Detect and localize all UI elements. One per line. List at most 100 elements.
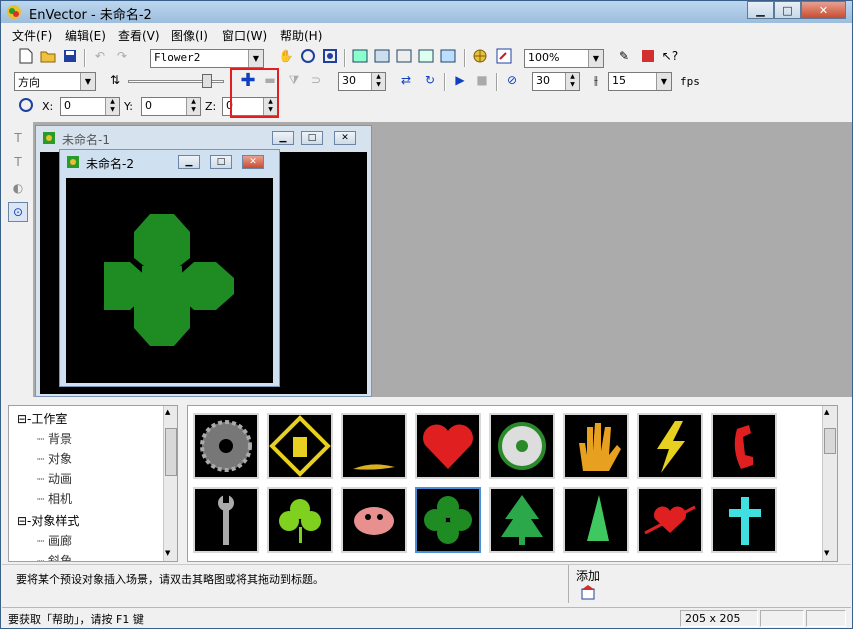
tree-node-bevel[interactable]: ┈ 斜角 [37,552,72,561]
export-icon[interactable] [638,46,658,66]
thumb-tree[interactable] [489,487,555,553]
maximize-button[interactable]: □ [210,155,232,169]
thumb-wrench[interactable] [193,487,259,553]
menu-edit[interactable]: 编辑(E) [65,27,106,44]
document-window-2[interactable]: 未命名-2 ▁ □ ✕ [59,149,280,387]
speed-slider[interactable] [128,74,224,88]
direction-combo[interactable]: 方向 ▼ [14,72,96,91]
thumb-heart-arrow[interactable] [637,487,703,553]
tree-node-object-style[interactable]: ⊟-对象样式 [17,512,79,529]
minimize-button[interactable]: ▁ [178,155,200,169]
save-icon[interactable] [60,46,80,66]
canvas-2[interactable] [66,178,273,383]
open-folder-icon[interactable] [38,46,58,66]
stop-icon[interactable]: ■ [472,70,492,90]
y-input[interactable]: 0 ▲ ▼ [141,97,201,116]
render-icon[interactable]: ✎ [614,46,634,66]
thumb-heart[interactable] [415,413,481,479]
no-loop-icon[interactable]: ⊘ [502,70,522,90]
loop-back-icon[interactable]: ⊃ [306,70,326,90]
select-tool-icon[interactable]: ⊙ [8,202,28,222]
thumb-phone[interactable] [711,413,777,479]
layout-2-icon[interactable] [372,46,392,66]
fps-combo[interactable]: 15 ▼ [608,72,672,91]
properties-icon[interactable] [494,46,514,66]
thumb-clover-selected[interactable] [415,487,481,553]
spin-arrows-icon[interactable]: ▲ ▼ [371,73,385,90]
context-help-icon[interactable]: ↖? [660,46,680,66]
minimize-button[interactable]: ▁ [272,131,294,145]
redo-icon[interactable]: ↷ [112,46,132,66]
layout-5-icon[interactable] [438,46,458,66]
menu-image[interactable]: 图像(I) [171,27,208,44]
thumb-cross[interactable] [711,487,777,553]
scroll-down-icon[interactable]: ▼ [165,549,170,557]
gallery-scrollbar[interactable]: ▲ ▼ [822,406,837,561]
thumb-sign[interactable] [267,413,333,479]
clover-shape[interactable] [66,178,273,383]
frames-input[interactable]: 30 ▲ ▼ [532,72,580,91]
spin-arrows-icon[interactable]: ▲ ▼ [186,98,200,115]
thumb-crab[interactable] [341,487,407,553]
x-input[interactable]: 0 ▲ ▼ [60,97,120,116]
maximize-button[interactable]: □ [774,1,801,19]
spin-arrows-icon[interactable]: ▲ ▼ [565,73,579,90]
close-button[interactable]: ✕ [334,131,356,145]
scroll-thumb[interactable] [165,428,177,476]
text-tool-icon[interactable]: T [8,128,28,148]
angle-input[interactable]: 30 ▲ ▼ [338,72,386,91]
thumb-film-reel[interactable] [489,413,555,479]
title-bar[interactable]: EnVector - 未命名-2 ▁ □ ✕ [1,1,852,23]
maximize-button[interactable]: □ [301,131,323,145]
layout-1-icon[interactable] [350,46,370,66]
thumb-clover[interactable] [267,487,333,553]
close-button[interactable]: ✕ [242,155,264,169]
scroll-thumb[interactable] [824,428,836,454]
swap-direction-icon[interactable]: ⇅ [105,70,125,90]
play-icon[interactable]: ▶ [450,70,470,90]
scroll-up-icon[interactable]: ▲ [165,408,170,416]
text-frame-icon[interactable]: T [8,152,28,172]
tween-icon[interactable]: ⧩ [284,70,304,90]
object-combo[interactable]: Flower2 ▼ [150,49,264,68]
menu-help[interactable]: 帮助(H) [280,27,322,44]
rotate-tool-icon[interactable] [298,46,318,66]
shape-tool-icon[interactable]: ◐ [8,178,28,198]
globe-icon[interactable] [470,46,490,66]
scroll-up-icon[interactable]: ▲ [824,408,829,416]
undo-icon[interactable]: ↶ [90,46,110,66]
menu-window[interactable]: 窗口(W) [222,27,267,44]
tree-node-studio[interactable]: ⊟-工作室 [17,410,67,427]
tree-node-animation[interactable]: ┈ 动画 [37,470,72,487]
hand-tool-icon[interactable]: ✋ [276,46,296,66]
layout-4-icon[interactable] [416,46,436,66]
spin-arrows-icon[interactable]: ▲ ▼ [105,98,119,115]
tree-node-camera[interactable]: ┈ 相机 [37,490,72,507]
slider-thumb[interactable] [202,74,212,88]
fit-view-icon[interactable] [320,46,340,66]
tree-scrollbar[interactable]: ▲ ▼ [163,406,177,561]
minimize-button[interactable]: ▁ [747,1,774,19]
tree-node-background[interactable]: ┈ 背景 [37,430,72,447]
chevron-down-icon[interactable]: ▼ [588,50,603,67]
thumb-gear[interactable] [193,413,259,479]
menu-view[interactable]: 查看(V) [118,27,160,44]
add-to-scene-icon[interactable] [578,582,598,602]
refresh-icon[interactable]: ↻ [420,70,440,90]
zoom-combo[interactable]: 100% ▼ [524,49,604,68]
tree-node-gallery[interactable]: ┈ 画廊 [37,532,72,549]
close-button[interactable]: ✕ [801,1,846,19]
chevron-down-icon[interactable]: ▼ [656,73,671,90]
scroll-down-icon[interactable]: ▼ [824,549,829,557]
thumb-hand[interactable] [563,413,629,479]
chevron-down-icon[interactable]: ▼ [80,73,95,90]
tree-node-object[interactable]: ┈ 对象 [37,450,72,467]
menu-file[interactable]: 文件(F) [12,27,52,44]
thumb-sail[interactable] [563,487,629,553]
chevron-down-icon[interactable]: ▼ [248,50,263,67]
thumb-lizard[interactable] [341,413,407,479]
repeat-icon[interactable]: ⇄ [396,70,416,90]
layout-3-icon[interactable] [394,46,414,66]
thumb-lightning[interactable] [637,413,703,479]
new-file-icon[interactable] [16,46,36,66]
